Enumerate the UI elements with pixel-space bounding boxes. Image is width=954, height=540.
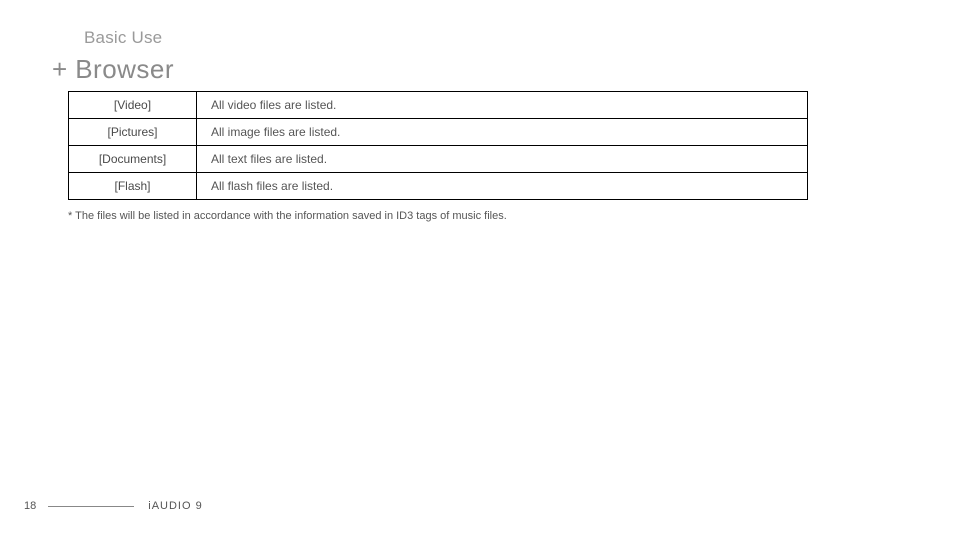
plus-icon: + — [52, 54, 67, 85]
description-cell: All text files are listed. — [197, 146, 808, 173]
footer: 18 iAUDIO 9 — [24, 500, 930, 512]
browser-table: [Video] All video files are listed. [Pic… — [68, 91, 808, 200]
page: Basic Use + Browser [Video] All video fi… — [0, 0, 954, 540]
page-number: 18 — [24, 500, 36, 512]
footnote: * The files will be listed in accordance… — [68, 210, 954, 222]
table-row: [Pictures] All image files are listed. — [69, 119, 808, 146]
description-cell: All flash files are listed. — [197, 173, 808, 200]
section-label: Basic Use — [84, 28, 954, 48]
category-cell: [Flash] — [69, 173, 197, 200]
table-row: [Documents] All text files are listed. — [69, 146, 808, 173]
description-cell: All image files are listed. — [197, 119, 808, 146]
table-row: [Video] All video files are listed. — [69, 92, 808, 119]
table-row: [Flash] All flash files are listed. — [69, 173, 808, 200]
category-cell: [Pictures] — [69, 119, 197, 146]
footer-line — [48, 506, 134, 507]
page-title: Browser — [75, 54, 174, 85]
category-cell: [Video] — [69, 92, 197, 119]
category-cell: [Documents] — [69, 146, 197, 173]
footer-label: iAUDIO 9 — [148, 500, 202, 512]
title-row: + Browser — [52, 54, 954, 85]
description-cell: All video files are listed. — [197, 92, 808, 119]
